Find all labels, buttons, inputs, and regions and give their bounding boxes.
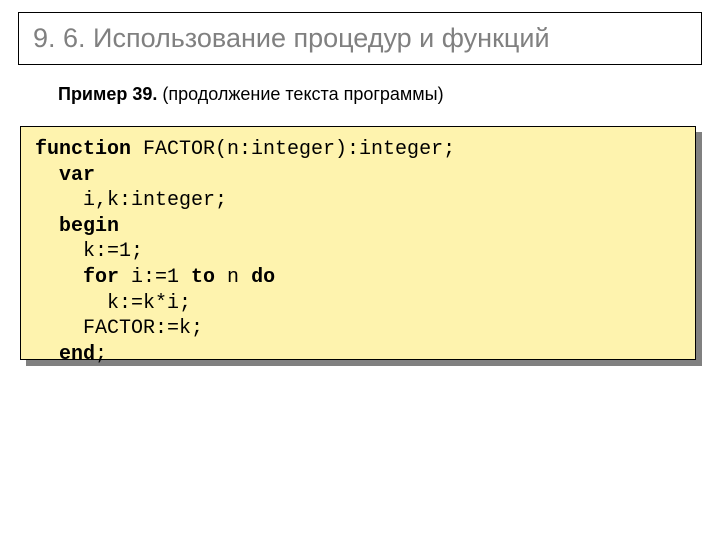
code-text: ; <box>95 343 107 366</box>
keyword-do: do <box>251 266 275 289</box>
code-text: k:=k*i; <box>35 292 191 315</box>
keyword-end: end <box>35 343 95 366</box>
example-label: Пример 39. <box>58 84 157 104</box>
code-block: function FACTOR(n:integer):integer; var … <box>20 126 696 360</box>
code-text: FACTOR(n:integer):integer; <box>131 138 455 161</box>
keyword-function: function <box>35 138 131 161</box>
code-text: FACTOR:=k; <box>35 317 203 340</box>
keyword-to: to <box>191 266 215 289</box>
keyword-var: var <box>35 164 95 187</box>
keyword-begin: begin <box>35 215 119 238</box>
title-box: 9. 6. Использование процедур и функций <box>18 12 702 65</box>
code-text: i:=1 <box>119 266 191 289</box>
code-text: n <box>215 266 251 289</box>
keyword-for: for <box>35 266 119 289</box>
section-title: 9. 6. Использование процедур и функций <box>33 23 687 54</box>
code-text: k:=1; <box>35 240 143 263</box>
example-description: (продолжение текста программы) <box>157 84 443 104</box>
code-text: i,k:integer; <box>35 189 227 212</box>
example-subtitle: Пример 39. (продолжение текста программы… <box>58 84 444 105</box>
